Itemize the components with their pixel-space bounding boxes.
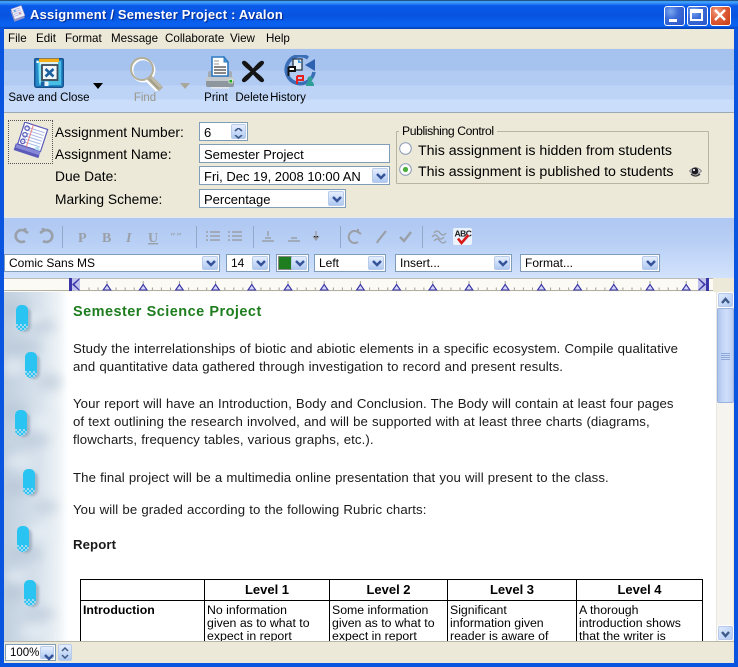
svg-text:ABC: ABC xyxy=(455,229,472,239)
svg-text:U: U xyxy=(148,231,158,246)
svg-text:P: P xyxy=(78,231,87,246)
svg-text:I: I xyxy=(125,231,132,246)
svg-text:B: B xyxy=(102,231,111,246)
svg-text:″″: ″″ xyxy=(170,231,182,243)
